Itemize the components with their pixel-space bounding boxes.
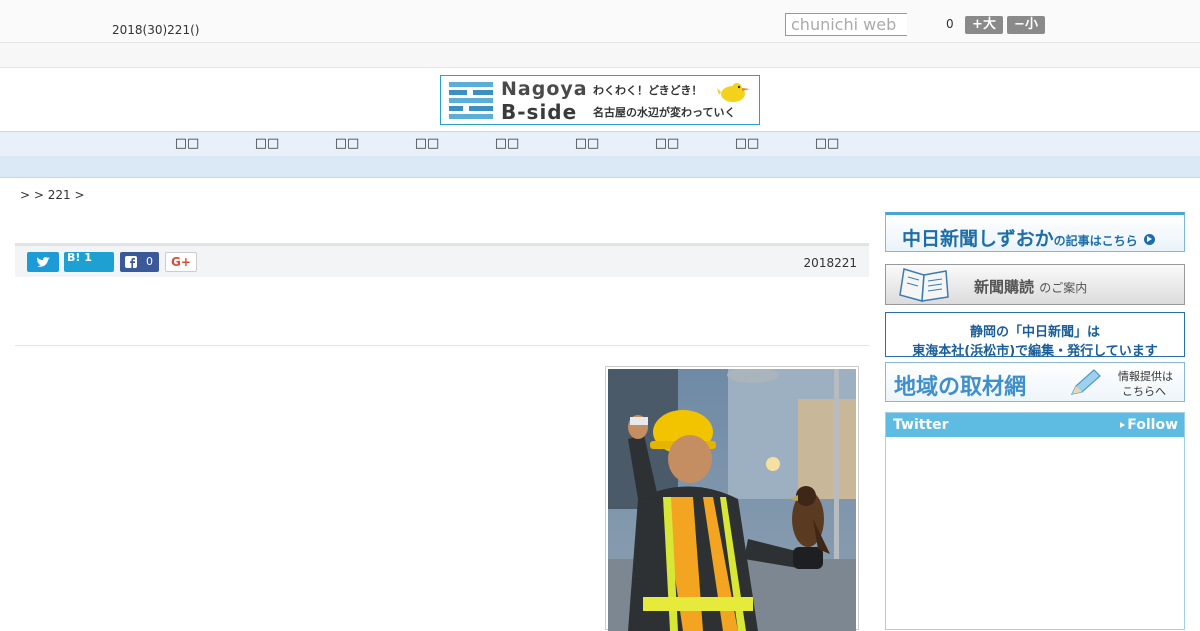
nav-item[interactable]: □□: [557, 136, 617, 151]
subscription-banner[interactable]: 新聞購読 のご案内: [885, 264, 1185, 305]
divider: [15, 345, 869, 346]
nav-item[interactable]: □□: [797, 136, 857, 151]
breadcrumb[interactable]: > > 221 >: [20, 188, 85, 202]
banner-subtitle-1: わくわく！どきどき！: [593, 84, 703, 97]
tips-line-2: こちらへ: [1122, 385, 1166, 398]
google-plus-share-button[interactable]: G+: [165, 252, 197, 272]
sub-nav: [0, 156, 1200, 178]
nav-item[interactable]: □□: [637, 136, 697, 151]
shizuoka-main-text: 中日新聞しずおか: [902, 228, 1054, 250]
tips-line-1: 情報提供は: [1118, 370, 1173, 383]
nav-item[interactable]: □□: [397, 136, 457, 151]
follow-button[interactable]: Follow: [1120, 417, 1178, 433]
nav-item[interactable]: □□: [157, 136, 217, 151]
banner-subtitle-2: 名古屋の水辺が変わっていく: [593, 106, 736, 119]
subscribe-small-text: のご案内: [1039, 281, 1088, 295]
nav-item[interactable]: □□: [717, 136, 777, 151]
subscribe-main-text: 新聞購読: [974, 278, 1035, 296]
header-date: 2018(30)221(): [112, 23, 200, 37]
banner-title-2: B-side: [501, 100, 578, 124]
top-bar: 2018(30)221() chunichi web 0 +大 −小: [0, 0, 1200, 43]
shizuoka-link-banner[interactable]: 中日新聞しずおかの記事はこちら: [885, 212, 1185, 252]
tips-main-text: 地域の取材網: [894, 375, 1027, 400]
follow-label: Follow: [1127, 417, 1178, 433]
article-date: 2018221: [803, 256, 857, 270]
twitter-widget-header: Twitter Follow: [886, 413, 1184, 437]
nav-item[interactable]: □□: [317, 136, 377, 151]
twitter-bird-icon: [36, 257, 50, 267]
play-arrow-icon: [1120, 422, 1126, 428]
newspaper-book-icon: [899, 268, 949, 302]
news-tips-banner[interactable]: 地域の取材網 情報提供は こちらへ: [885, 362, 1185, 402]
twitter-share-button[interactable]: [27, 252, 59, 272]
article-photo[interactable]: [605, 366, 859, 631]
worker-with-hawk-image: [608, 369, 856, 631]
main-nav: □□ □□ □□ □□ □□ □□ □□ □□ □□: [0, 131, 1200, 156]
pencil-icon: [1070, 369, 1101, 395]
share-bar: B! 1 0 G+ 2018221: [15, 243, 869, 277]
twitter-widget: Twitter Follow: [885, 412, 1185, 630]
font-larger-button[interactable]: +大: [965, 16, 1003, 34]
search-input[interactable]: chunichi web: [785, 13, 907, 36]
arrow-circle-icon: [1144, 234, 1156, 245]
info-line-1: 静岡の「中日新聞」は: [969, 325, 1100, 340]
hatena-count: 1: [84, 251, 92, 264]
hatena-bookmark-button[interactable]: B! 1: [64, 252, 114, 272]
waves-logo-icon: [449, 82, 493, 119]
nav-item[interactable]: □□: [237, 136, 297, 151]
shizuoka-small-text: の記事はこちら: [1053, 234, 1138, 248]
font-smaller-button[interactable]: −小: [1007, 16, 1045, 34]
twitter-label: Twitter: [893, 417, 949, 433]
facebook-share-button[interactable]: 0: [120, 252, 159, 272]
font-size-value: 0: [946, 17, 954, 31]
facebook-count: 0: [146, 255, 153, 268]
hatena-label: B!: [67, 251, 81, 264]
tokai-info-banner[interactable]: 静岡の「中日新聞」は 東海本社(浜松市)で編集・発行しています: [885, 312, 1185, 359]
nagoya-bside-banner[interactable]: Nagoya B-side わくわく！どきどき！ 名古屋の水辺が変わっていく: [440, 75, 760, 125]
sub-bar: [0, 43, 1200, 68]
bird-icon: [717, 83, 750, 102]
nav-item[interactable]: □□: [477, 136, 537, 151]
info-line-2: 東海本社(浜松市)で編集・発行しています: [912, 344, 1158, 359]
facebook-icon: [125, 256, 137, 268]
banner-title-1: Nagoya: [501, 78, 588, 100]
